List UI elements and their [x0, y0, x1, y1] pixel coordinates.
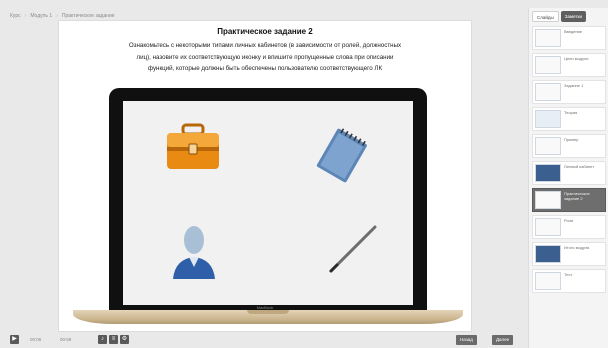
slide-thumbnail[interactable]: Введение [532, 26, 606, 50]
briefcase-icon[interactable] [165, 123, 221, 173]
play-icon[interactable]: ▶ [10, 335, 19, 344]
slide-thumbnail[interactable]: Тест [532, 269, 606, 293]
thumbnail-image [535, 191, 561, 209]
breadcrumb: Курс › Модуль 1 › Практическое задание [10, 13, 115, 19]
thumbnail-image [535, 164, 561, 182]
breadcrumb-item[interactable]: Курс [10, 13, 21, 19]
slide-title: Практическое задание 2 [217, 27, 313, 36]
laptop-screen [123, 101, 413, 305]
slide-thumbnail[interactable]: Пример [532, 134, 606, 158]
thumbnail-list: Введение Цели модуля Задание 1 Теория Пр… [532, 26, 606, 296]
thumbnail-image [535, 110, 561, 128]
breadcrumb-item: Практическое задание [61, 13, 115, 19]
slide-thumbnail[interactable]: Задание 1 [532, 80, 606, 104]
thumbnail-image [535, 29, 561, 47]
instruction-line: Ознакомьтесь с некоторыми типами личных … [128, 42, 402, 49]
slide-thumbnail[interactable]: Роли [532, 215, 606, 239]
captions-icon[interactable]: ≡ [109, 335, 118, 344]
panel-tabs: Слайды Заметки [529, 11, 586, 22]
laptop-brand: MacBook [256, 305, 274, 310]
slide-thumbnail[interactable]: Теория [532, 107, 606, 131]
next-button[interactable]: Далее [492, 335, 514, 345]
thumbnail-image [535, 218, 561, 236]
slide-canvas: Практическое задание 2 Ознакомьтесь с не… [58, 20, 472, 332]
time-current: 00:06 [30, 337, 42, 342]
thumbnail-image [535, 56, 561, 74]
thumbnail-image [535, 137, 561, 155]
tab-slides[interactable]: Слайды [532, 11, 559, 22]
laptop-base [73, 310, 463, 324]
breadcrumb-item[interactable]: Модуль 1 [30, 13, 52, 19]
thumbnail-image [535, 245, 561, 263]
settings-icon[interactable]: ⚙ [120, 335, 129, 344]
thumbnail-image [535, 83, 561, 101]
time-total: 00:59 [60, 337, 72, 342]
notepad-icon[interactable] [311, 125, 371, 185]
slide-instruction: Ознакомьтесь с некоторыми типами личных … [69, 40, 461, 75]
player-controls: ▶ 00:06 00:59 ♪ ≡ ⚙ Назад Далее [0, 332, 528, 348]
user-icon[interactable] [169, 221, 219, 281]
slide-thumbnail[interactable]: Цели модуля [532, 53, 606, 77]
slide-thumbnail[interactable]: Итоги модуля [532, 242, 606, 266]
thumbnail-image [535, 272, 561, 290]
instruction-line: лиц), назовите их соответствующую иконку… [136, 53, 394, 61]
pen-icon[interactable] [323, 219, 383, 279]
slide-thumbnail-selected[interactable]: Практическое задание 2 [532, 188, 606, 212]
prev-button[interactable]: Назад [456, 335, 477, 345]
tab-notes[interactable]: Заметки [560, 11, 586, 22]
slide-thumbnail[interactable]: Личный кабинет [532, 161, 606, 185]
volume-icon[interactable]: ♪ [98, 335, 107, 344]
slide-navigation-panel: Слайды Заметки Введение Цели модуля Зада… [528, 8, 608, 348]
instruction-line: функций, которые должны быть обеспечены … [147, 65, 383, 72]
